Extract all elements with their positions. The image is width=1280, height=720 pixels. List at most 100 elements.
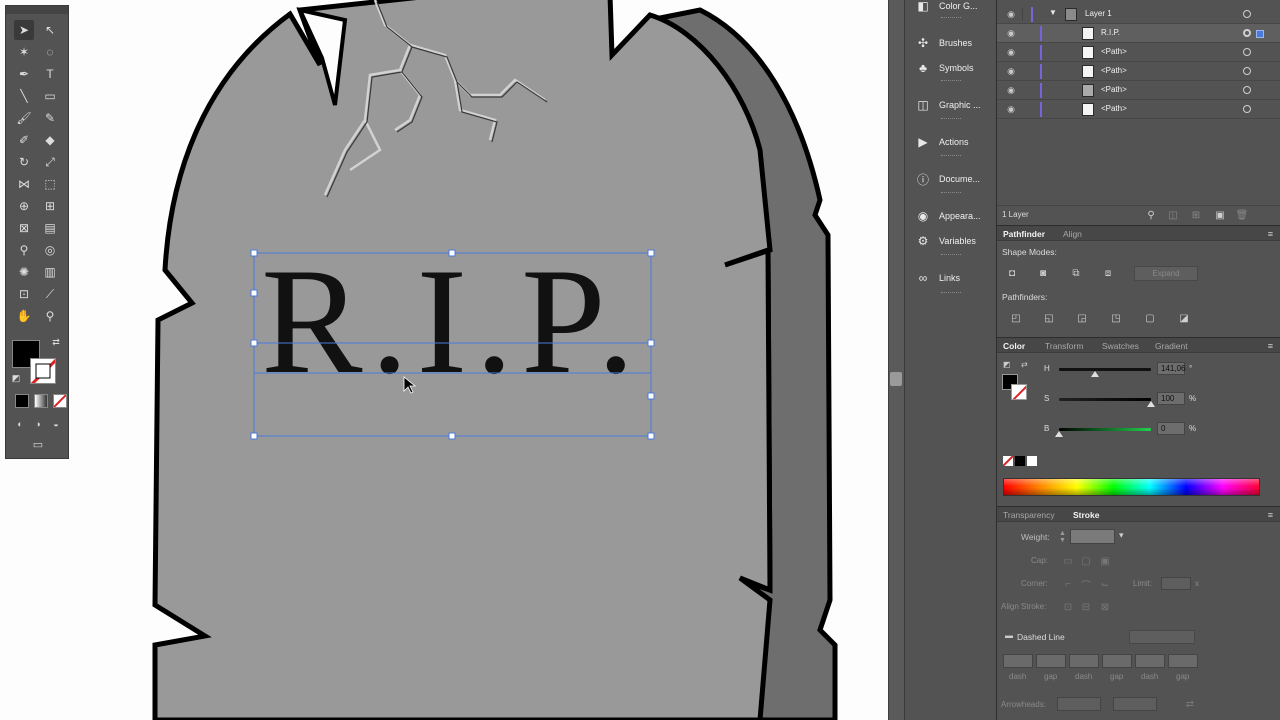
blend-tool-icon[interactable]: ◎ — [40, 240, 60, 260]
layer-row-path[interactable]: ◉ <Path> — [997, 81, 1280, 100]
tombstone-artwork[interactable]: R.I.P. — [0, 0, 888, 720]
none-swatch[interactable] — [1003, 456, 1013, 466]
butt-cap-icon[interactable]: ▭ — [1059, 553, 1077, 569]
dash-field[interactable] — [1069, 654, 1099, 668]
crop-icon[interactable]: ◳ — [1107, 310, 1125, 326]
perspective-grid-tool-icon[interactable]: ⊞ — [40, 196, 60, 216]
round-join-icon[interactable]: ⌒ — [1077, 576, 1095, 592]
eyedropper-tool-icon[interactable]: ⚲ — [14, 240, 34, 260]
color-mode-icon[interactable] — [15, 394, 29, 408]
exclude-icon[interactable]: ⧈ — [1099, 265, 1117, 281]
disclosure-triangle-icon[interactable]: ▼ — [1049, 8, 1057, 17]
scrollbar-thumb[interactable] — [890, 372, 902, 386]
end-arrowhead-select[interactable] — [1113, 697, 1157, 711]
intersect-icon[interactable]: ⧉ — [1067, 265, 1085, 281]
layer-name[interactable]: R.I.P. — [1101, 28, 1120, 37]
s-slider[interactable] — [1059, 398, 1151, 401]
layer-name[interactable]: <Path> — [1101, 85, 1127, 94]
panel-menu-icon[interactable]: ≡ — [1268, 341, 1273, 351]
none-mode-icon[interactable] — [53, 394, 67, 408]
tab-transparency[interactable]: Transparency — [1003, 510, 1055, 520]
default-colors-icon[interactable]: ◩ — [1003, 360, 1011, 369]
screen-mode-icon[interactable]: ▭ — [28, 438, 48, 452]
magic-wand-tool-icon[interactable]: ✶ — [14, 42, 34, 62]
rotate-tool-icon[interactable]: ↻ — [14, 152, 34, 172]
dock-item-brushes[interactable]: ✣ Brushes — [905, 31, 997, 55]
tab-transform[interactable]: Transform — [1045, 341, 1083, 351]
type-tool-icon[interactable]: T — [40, 64, 60, 84]
dock-item-variables[interactable]: ⚙ Variables — [905, 229, 997, 253]
panel-menu-icon[interactable]: ≡ — [1268, 510, 1273, 520]
dock-item-links[interactable]: ∞ Links — [905, 266, 997, 290]
stroke-swatch[interactable] — [30, 358, 56, 384]
target-circle-icon[interactable] — [1243, 67, 1251, 75]
layer-name[interactable]: Layer 1 — [1085, 9, 1112, 18]
draw-behind-icon[interactable]: ◑ — [32, 418, 44, 430]
visibility-eye-icon[interactable]: ◉ — [1006, 66, 1016, 76]
weight-stepper[interactable]: ▲ ▼ — [1059, 530, 1066, 544]
dash-field[interactable] — [1135, 654, 1165, 668]
tools-panel-grip[interactable] — [6, 6, 68, 14]
tab-pathfinder[interactable]: Pathfinder — [1003, 229, 1045, 239]
slice-tool-icon[interactable]: ⟋ — [40, 284, 60, 304]
symbol-sprayer-tool-icon[interactable]: ✺ — [14, 262, 34, 282]
round-cap-icon[interactable]: ▢ — [1077, 553, 1095, 569]
line-tool-icon[interactable]: ╲ — [14, 86, 34, 106]
miter-join-icon[interactable]: ⌐ — [1059, 576, 1077, 592]
dock-item-appearance[interactable]: ◉ Appeara... — [905, 204, 997, 228]
outline-icon[interactable]: ▢ — [1141, 310, 1159, 326]
b-slider-knob[interactable] — [1055, 431, 1063, 437]
white-swatch[interactable] — [1027, 456, 1037, 466]
target-circle-icon[interactable] — [1243, 48, 1251, 56]
eraser-tool-icon[interactable]: ◆ — [40, 130, 60, 150]
black-swatch[interactable] — [1015, 456, 1025, 466]
new-sublayer-icon[interactable]: ⊞ — [1187, 207, 1205, 223]
layer-row-rip[interactable]: ◉ R.I.P. — [997, 24, 1280, 43]
gap-field[interactable] — [1036, 654, 1066, 668]
layer-name[interactable]: <Path> — [1101, 47, 1127, 56]
minus-front-icon[interactable]: ◙ — [1034, 265, 1052, 281]
pencil-tool-icon[interactable]: ✎ — [40, 108, 60, 128]
color-spectrum[interactable] — [1003, 478, 1260, 496]
layer-row-path[interactable]: ◉ <Path> — [997, 43, 1280, 62]
lasso-tool-icon[interactable]: ◌ — [40, 42, 60, 62]
tab-align[interactable]: Align — [1063, 229, 1082, 239]
dock-item-graphic-styles[interactable]: ◫ Graphic ... — [905, 93, 997, 117]
panel-menu-icon[interactable]: ≡ — [1268, 229, 1273, 239]
selection-indicator[interactable] — [1256, 30, 1264, 38]
projecting-cap-icon[interactable]: ▣ — [1096, 553, 1114, 569]
dock-item-document-info[interactable]: ⓘ Docume... — [905, 167, 997, 191]
hand-tool-icon[interactable]: ✋ — [14, 306, 34, 326]
target-circle-icon[interactable] — [1243, 105, 1251, 113]
merge-icon[interactable]: ◲ — [1073, 310, 1091, 326]
column-graph-tool-icon[interactable]: ▥ — [40, 262, 60, 282]
dash-alignment-buttons[interactable] — [1129, 630, 1195, 644]
align-outside-icon[interactable]: ⊠ — [1096, 599, 1114, 615]
free-transform-tool-icon[interactable]: ⬚ — [40, 174, 60, 194]
limit-field[interactable] — [1161, 577, 1191, 590]
b-slider[interactable] — [1059, 428, 1151, 431]
weight-field[interactable] — [1070, 529, 1115, 544]
make-clipping-mask-icon[interactable]: ◫ — [1164, 207, 1182, 223]
locate-object-icon[interactable]: ⚲ — [1142, 207, 1160, 223]
shape-builder-tool-icon[interactable]: ⊕ — [14, 196, 34, 216]
tab-color[interactable]: Color — [1003, 341, 1025, 351]
delete-layer-icon[interactable]: 🗑 — [1233, 207, 1251, 223]
target-circle-icon[interactable] — [1243, 29, 1251, 37]
gradient-tool-icon[interactable]: ▤ — [40, 218, 60, 238]
align-center-icon[interactable]: ⊡ — [1059, 599, 1077, 615]
visibility-eye-icon[interactable]: ◉ — [1006, 28, 1016, 38]
dock-item-actions[interactable]: ▶ Actions — [905, 130, 997, 154]
lock-column[interactable] — [1022, 8, 1035, 21]
scale-tool-icon[interactable]: ⤢ — [40, 152, 60, 172]
tab-gradient[interactable]: Gradient — [1155, 341, 1188, 351]
paintbrush-tool-icon[interactable]: 🖌 — [14, 108, 34, 128]
selection-tool-icon[interactable]: ➤ — [14, 20, 34, 40]
tab-stroke[interactable]: Stroke — [1073, 510, 1099, 520]
gap-field[interactable] — [1168, 654, 1198, 668]
h-slider[interactable] — [1059, 368, 1151, 371]
swap-fill-stroke-icon[interactable]: ⇄ — [50, 336, 62, 348]
visibility-eye-icon[interactable]: ◉ — [1006, 9, 1016, 19]
layer-name[interactable]: <Path> — [1101, 104, 1127, 113]
gap-field[interactable] — [1102, 654, 1132, 668]
